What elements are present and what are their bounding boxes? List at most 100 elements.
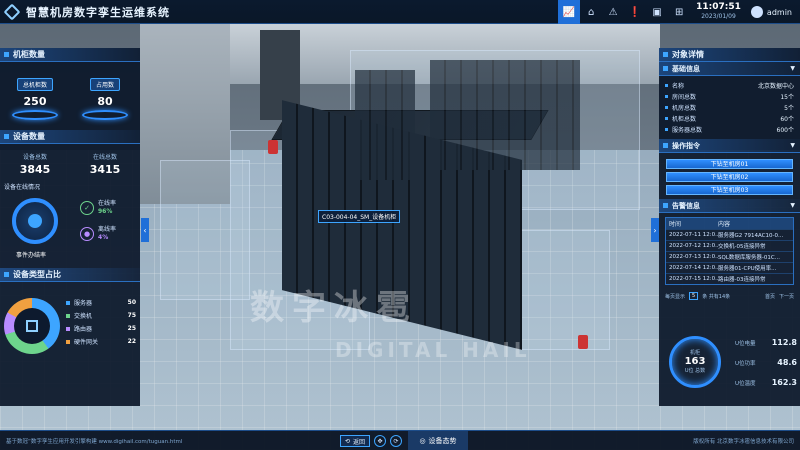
chart-icon[interactable]: 📈 [558,0,581,24]
ops-title[interactable]: 操作指令 ▼ [659,139,800,153]
reset-icon[interactable]: ⟳ [390,435,403,447]
collapse-left-handle[interactable]: ‹ [141,218,149,242]
footer-right: 版权所有 北京数字冰雹信息技术有限公司 [693,438,794,445]
pie-icon [28,214,42,228]
right-panel: 对象详情 基础信息 ▼ 名称 北京数据中心 房间总数 15个 机房总数 5个 机柜总数… [659,48,800,406]
next-page-link[interactable]: 下一页 [779,293,794,300]
alert-icon[interactable]: ⚠ [602,0,624,24]
device-total-value: 3845 [19,163,51,176]
chevron-down-icon[interactable]: ▼ [790,142,795,149]
first-page-link[interactable]: 首页 [765,293,775,300]
table-row[interactable]: 2022-07-13 12:0... SQL数据库服务器-01C... [666,251,793,262]
basic-info-title[interactable]: 基础信息 ▼ [659,62,800,76]
type-item: 硬件网关 22 [66,335,136,348]
device-section-title: 设备数量 [0,130,140,144]
app-title: 智慧机房数字孪生运维系统 [26,5,170,19]
rack-row-back[interactable] [430,60,580,170]
footer-left: 基于数冠“数字孪生应用开发引擎构建 www.digihail.com/tugua… [6,438,183,445]
section-icon [663,66,668,71]
avatar[interactable] [750,6,763,18]
page-size-select[interactable]: 5 [689,292,699,300]
cabinet-title: 机柜数量 [13,50,45,59]
cabinet-used-value: 80 [97,95,113,108]
alarm-title[interactable]: 告警信息 ▼ [659,199,800,213]
offline-rate: ● 离线率 4% [80,226,135,242]
warning-icon[interactable]: ❗ [624,0,646,24]
cabinet-total: 总机柜数 250 [5,72,65,120]
online-rate: ✓ 在线率 96% [80,200,135,216]
section-icon [663,52,668,57]
table-row[interactable]: 2022-07-11 12:0... 服务器G2 7914AC10-0... [666,229,793,240]
clock-time: 11:07:51 [696,2,741,12]
watermark: 数字冰雹 [250,288,418,328]
cabinet-total-label: 总机柜数 [16,78,53,91]
device-online-label: 在线总数 [92,154,117,161]
bottom-bar: 基于数冠“数字孪生应用开发引擎构建 www.digihail.com/tugua… [0,430,800,450]
image-icon[interactable]: ▣ [646,0,668,24]
ring-icon [12,110,58,120]
tab-device-status[interactable]: ◎ 设备态势 [408,431,468,450]
compass-icon[interactable]: ✥ [374,435,387,447]
apps-icon[interactable]: ⊞ [668,0,690,24]
section-icon [663,203,668,208]
object-detail-title: 对象详情 [659,48,800,62]
mini-stat: U位功率 48.6 [735,358,797,367]
chevron-down-icon[interactable]: ▼ [790,65,795,72]
top-bar: 智慧机房数字孪生运维系统 📈 ⌂ ⚠ ❗ ▣ ⊞ 11:07:51 2023/0… [0,0,800,24]
table-row[interactable]: 2022-07-14 12:0... 服务器01-CPU使用率... [666,262,793,273]
ring-icon [82,110,128,120]
check-icon: ✓ [80,201,94,215]
cabinet-total-value: 250 [23,95,47,108]
rack-row-middle[interactable] [355,70,415,180]
info-row: 房间总数 15个 [665,91,794,102]
drill-room-03-button[interactable]: 下钻至机房03 [666,185,793,195]
device-online-value: 3415 [89,163,121,176]
alarm-table: 时间 内容 2022-07-11 12:0... 服务器G2 7914AC10-0.… [665,217,794,285]
online-title: 设备在线情况 [4,184,41,191]
rack-ring: 机柜 163 U位 总数 [669,336,721,388]
mini-stat: U位电量 112.8 [735,338,797,347]
type-item: 服务器 50 [66,296,136,309]
back-button[interactable]: ⟲ 返回 [340,435,371,447]
table-row[interactable]: 2022-07-15 12:0... 路由器-03连接异常 [666,273,793,284]
basic-info-list: 名称 北京数据中心 房间总数 15个 机房总数 5个 机柜总数 60个 服务器总数 600… [659,76,800,139]
alarm-header: 时间 内容 [666,218,793,229]
types-title: 设备类型占比 [13,270,61,279]
watermark-en: DIGITAL HAIL [335,338,531,362]
pager: 每页显示 5 条 共有14条 首页 下一页 [665,292,794,300]
info-row: 机柜总数 60个 [665,113,794,124]
clock: 11:07:51 2023/01/09 [696,3,741,21]
logo-icon [3,3,21,20]
offline-icon: ● [80,227,94,241]
fire-extinguisher [578,335,588,349]
username[interactable]: admin [767,8,792,17]
offline-rate-label: 离线率 [98,226,117,233]
device-types: 服务器 50 交换机 75 路由器 25 硬件网关 22 [0,286,140,386]
glass-enclosure-right [520,230,610,350]
table-row[interactable]: 2022-07-12 12:0... 交换机-05连接异常 [666,240,793,251]
cabinet-stats: 总机柜数 250 占用数 80 [0,72,140,120]
rack-stats: 机柜 163 U位 总数 U位电量 112.8 U位功率 48.6 U位温度 162.… [663,328,797,402]
info-row: 服务器总数 600个 [665,124,794,135]
drill-room-01-button[interactable]: 下钻至机房01 [666,159,793,169]
device-title: 设备数量 [13,132,45,141]
left-panel: 机柜数量 总机柜数 250 占用数 80 设备数量 设备总数 3845 在线总数… [0,48,140,406]
section-icon [4,272,9,277]
collapse-right-handle[interactable]: › [651,218,659,242]
drill-room-02-button[interactable]: 下钻至机房02 [666,172,793,182]
cabinet-used-label: 占用数 [89,78,120,91]
type-item: 路由器 25 [66,322,136,335]
server-icon [26,320,38,332]
bottom-controls: ⟲ 返回 ✥ ⟳ [340,431,403,450]
cabinet-section-title: 机柜数量 [0,48,140,62]
device-online: 在线总数 3415 [75,146,135,176]
type-item: 交换机 75 [66,309,136,322]
section-icon [4,134,9,139]
rack-label[interactable]: C03-004-04_SM_设备机柜 [318,210,401,223]
chevron-down-icon[interactable]: ▼ [790,202,795,209]
types-list: 服务器 50 交换机 75 路由器 25 硬件网关 22 [66,296,136,348]
glass-enclosure-front [160,160,250,300]
online-rate-label: 在线率 [98,200,117,207]
home-icon[interactable]: ⌂ [580,0,602,24]
section-icon [4,52,9,57]
